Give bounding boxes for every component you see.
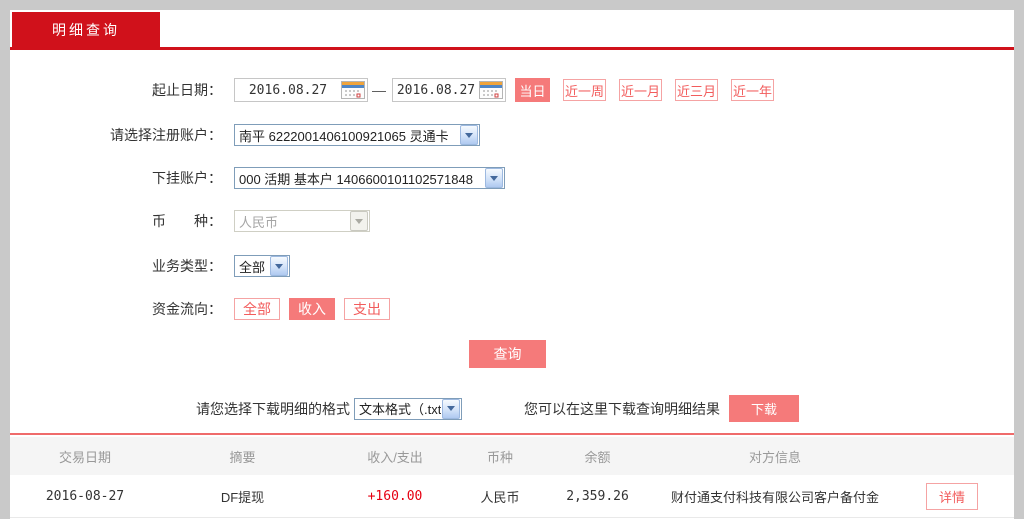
fund-direction-all-button[interactable]: 全部	[234, 298, 280, 320]
column-header-balance: 余额	[535, 447, 660, 466]
start-date-input[interactable]: 2016.08.27	[234, 78, 368, 102]
register-account-select[interactable]: 南平 6222001406100921065 灵通卡	[234, 124, 480, 146]
download-row: 请您选择下载明细的格式 文本格式（.txt） 您可以在这里下载查询明细结果 下载	[10, 395, 799, 422]
business-type-select[interactable]: 全部	[234, 255, 290, 277]
quick-range-3months-button[interactable]: 近三月	[675, 79, 718, 101]
chevron-down-icon	[442, 399, 460, 419]
table-top-divider	[10, 433, 1014, 435]
currency-value: 人民币	[235, 212, 278, 231]
currency-row: 币 种： 人民币	[10, 210, 370, 232]
table-header-row: 交易日期 摘要 收入/支出 币种 余额 对方信息	[10, 437, 1014, 475]
quick-range-month-button[interactable]: 近一月	[619, 79, 662, 101]
currency-label: 币 种：	[10, 211, 222, 231]
calendar-icon[interactable]	[341, 81, 365, 99]
cell-transaction-date: 2016-08-27	[10, 489, 160, 504]
fund-direction-expense-button[interactable]: 支出	[344, 298, 390, 320]
calendar-icon[interactable]	[479, 81, 503, 99]
download-button[interactable]: 下载	[729, 395, 799, 422]
quick-range-today-button[interactable]: 当日	[515, 78, 550, 102]
fund-direction-label: 资金流向：	[10, 299, 222, 319]
sub-account-value: 000 活期 基本户 1406600101102571848	[235, 169, 473, 188]
currency-select: 人民币	[234, 210, 370, 232]
tab-underline	[10, 47, 1014, 50]
cell-amount: +160.00	[325, 489, 465, 504]
table-row: 2016-08-27 DF提现 +160.00 人民币 2,359.26 财付通…	[10, 475, 1014, 518]
column-header-summary: 摘要	[160, 447, 325, 466]
sub-account-row: 下挂账户： 000 活期 基本户 1406600101102571848	[10, 167, 505, 189]
sub-account-label: 下挂账户：	[10, 168, 222, 188]
cell-counterparty: 财付通支付科技有限公司客户备付金	[660, 487, 890, 506]
download-format-select[interactable]: 文本格式（.txt）	[354, 398, 462, 420]
content-panel: 明细查询 起止日期： 2016.08.27 — 2016	[10, 10, 1014, 519]
cell-summary: DF提现	[160, 487, 325, 506]
register-account-row: 请选择注册账户： 南平 6222001406100921065 灵通卡	[10, 124, 480, 146]
chevron-down-icon	[460, 125, 478, 145]
detail-button[interactable]: 详情	[926, 483, 978, 510]
business-type-label: 业务类型：	[10, 256, 222, 276]
fund-direction-row: 资金流向： 全部 收入 支出	[10, 298, 390, 320]
fund-direction-income-button[interactable]: 收入	[289, 298, 335, 320]
query-button[interactable]: 查询	[469, 340, 546, 368]
register-account-label: 请选择注册账户：	[10, 125, 222, 145]
column-header-amount: 收入/支出	[325, 447, 465, 466]
cell-balance: 2,359.26	[535, 489, 660, 504]
chevron-down-icon	[270, 256, 288, 276]
download-hint-text: 您可以在这里下载查询明细结果	[524, 399, 720, 419]
quick-range-year-button[interactable]: 近一年	[731, 79, 774, 101]
download-format-value: 文本格式（.txt）	[355, 399, 441, 418]
chevron-down-icon	[485, 168, 503, 188]
start-date-value: 2016.08.27	[235, 83, 341, 98]
business-type-value: 全部	[235, 257, 265, 276]
column-header-counterparty: 对方信息	[660, 447, 890, 466]
tab-detail-query[interactable]: 明细查询	[12, 12, 160, 47]
end-date-input[interactable]: 2016.08.27	[392, 78, 506, 102]
date-range-row: 起止日期： 2016.08.27 — 2016.08.27	[10, 78, 774, 102]
date-range-separator: —	[372, 82, 386, 98]
business-type-row: 业务类型： 全部	[10, 255, 290, 277]
column-header-date: 交易日期	[10, 447, 160, 466]
chevron-down-icon	[350, 211, 368, 231]
end-date-value: 2016.08.27	[393, 83, 479, 98]
download-format-label: 请您选择下载明细的格式	[196, 399, 350, 419]
sub-account-select[interactable]: 000 活期 基本户 1406600101102571848	[234, 167, 505, 189]
cell-currency: 人民币	[465, 487, 535, 506]
column-header-currency: 币种	[465, 447, 535, 466]
date-range-label: 起止日期：	[10, 80, 222, 100]
cell-actions: 详情	[890, 483, 1014, 510]
register-account-value: 南平 6222001406100921065 灵通卡	[235, 126, 449, 145]
quick-range-week-button[interactable]: 近一周	[563, 79, 606, 101]
